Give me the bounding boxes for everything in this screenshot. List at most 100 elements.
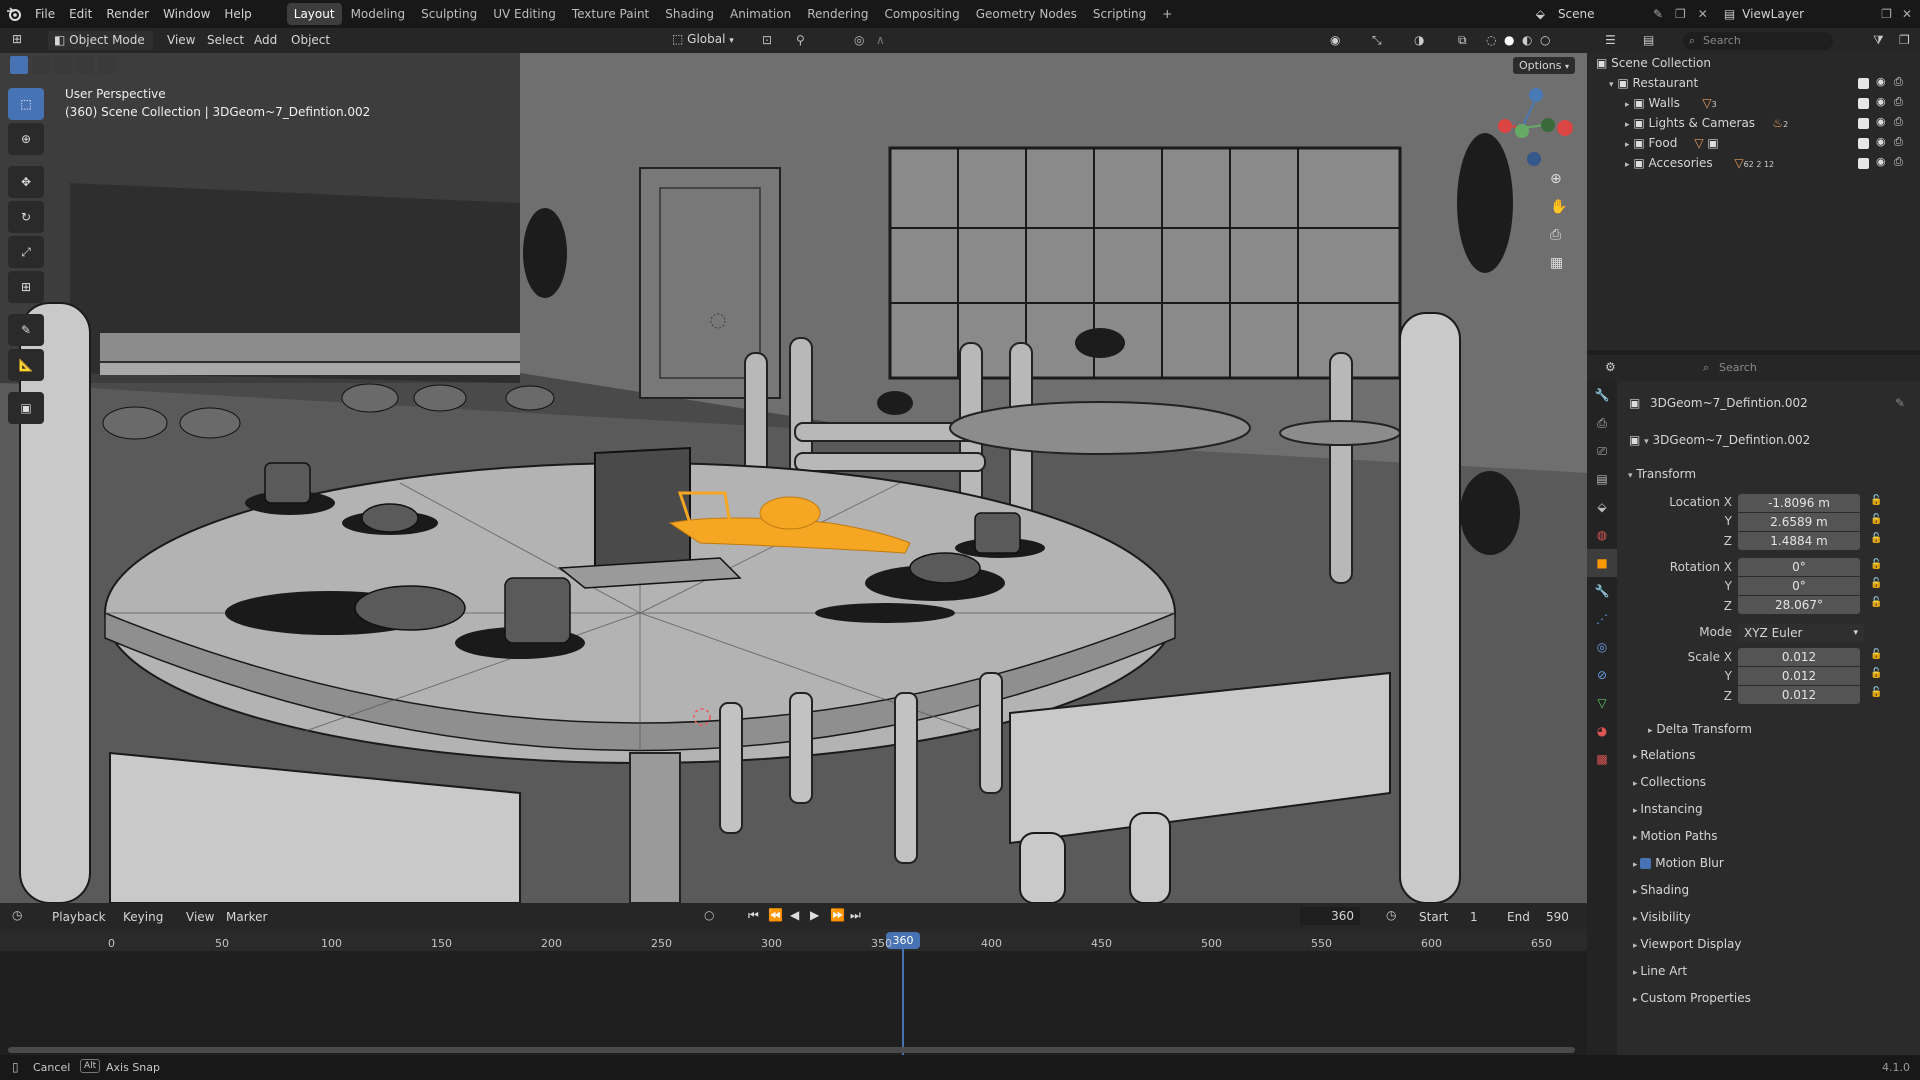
exclude-checkbox[interactable]: [1858, 138, 1869, 149]
transform-panel-header[interactable]: ▾ Transform: [1628, 464, 1916, 484]
add-workspace-button[interactable]: +: [1155, 3, 1179, 25]
camera-icon[interactable]: ⎙: [1894, 155, 1903, 169]
pan-hand-icon[interactable]: ✋: [1550, 199, 1576, 227]
jump-start-icon[interactable]: ⏮: [748, 908, 759, 923]
end-field[interactable]: 590: [1546, 910, 1569, 924]
menu-object[interactable]: Object: [291, 33, 330, 47]
jump-keyframe-back-icon[interactable]: ⏪: [768, 908, 783, 922]
material-tab-icon[interactable]: ◕: [1587, 717, 1617, 745]
chevron-right-icon[interactable]: ▸: [1625, 160, 1630, 170]
eye-icon[interactable]: ◉: [1876, 75, 1886, 88]
visibility-icon[interactable]: ◉: [1330, 33, 1340, 47]
location-y-field[interactable]: 2.6589 m: [1738, 513, 1860, 531]
chevron-right-icon[interactable]: ▸: [1625, 140, 1630, 150]
exclude-checkbox[interactable]: [1858, 78, 1869, 89]
tab-modeling[interactable]: Modeling: [344, 3, 413, 25]
tab-rendering[interactable]: Rendering: [800, 3, 875, 25]
outliner-row-restaurant[interactable]: ▾ ▣ Restaurant: [1609, 73, 1920, 93]
tab-scripting[interactable]: Scripting: [1086, 3, 1153, 25]
play-reverse-icon[interactable]: ◀: [790, 908, 799, 922]
tab-geometry-nodes[interactable]: Geometry Nodes: [969, 3, 1084, 25]
menu-add[interactable]: Add: [254, 33, 277, 47]
pivot-icon[interactable]: ⊡: [762, 33, 772, 47]
timeline-scrollbar[interactable]: [8, 1047, 1575, 1053]
menu-view[interactable]: View: [167, 33, 195, 47]
panel-relations[interactable]: ▸ Relations: [1633, 748, 1696, 762]
select-new-icon[interactable]: [10, 56, 28, 74]
annotate-tool-icon[interactable]: ✎: [8, 314, 44, 346]
new-collection-icon[interactable]: ❐: [1899, 33, 1910, 47]
options-dropdown[interactable]: Options ▾: [1513, 57, 1575, 74]
chevron-right-icon[interactable]: ▸: [1625, 120, 1630, 130]
rotate-tool-icon[interactable]: ↻: [8, 201, 44, 233]
rotation-y-field[interactable]: 0°: [1738, 577, 1860, 595]
eye-icon[interactable]: ◉: [1876, 95, 1886, 108]
select-extend-icon[interactable]: [32, 56, 50, 74]
cursor-tool-icon[interactable]: ⊕: [8, 123, 44, 155]
eye-icon[interactable]: ◉: [1876, 115, 1886, 128]
snap-icon[interactable]: ⚲: [796, 33, 805, 47]
move-tool-icon[interactable]: ✥: [8, 166, 44, 198]
solid-shading-icon[interactable]: ●: [1504, 33, 1514, 47]
current-frame-field[interactable]: 360: [1300, 907, 1360, 925]
lock-icon[interactable]: 🔓: [1870, 514, 1882, 525]
pin-icon[interactable]: ✎: [1895, 396, 1905, 410]
camera-icon[interactable]: ⎙: [1894, 115, 1903, 129]
panel-instancing[interactable]: ▸ Instancing: [1633, 802, 1703, 816]
ortho-grid-icon[interactable]: ▦: [1550, 255, 1576, 283]
chevron-right-icon[interactable]: ▸: [1625, 100, 1630, 110]
mode-dropdown[interactable]: ◧ Object Mode ▾: [48, 31, 153, 66]
location-z-field[interactable]: 1.4884 m: [1738, 532, 1860, 550]
timeline-tracks[interactable]: [0, 951, 1587, 1055]
lock-icon[interactable]: 🔓: [1870, 495, 1882, 506]
proportional-edit-icon[interactable]: ◎: [854, 33, 864, 47]
falloff-icon[interactable]: ∧: [876, 33, 885, 47]
orientation-dropdown[interactable]: ⬚ Global ▾: [672, 32, 734, 46]
panel-visibility[interactable]: ▸ Visibility: [1633, 910, 1691, 924]
material-shading-icon[interactable]: ◐: [1522, 33, 1532, 47]
play-icon[interactable]: ▶: [810, 908, 819, 922]
menu-marker[interactable]: Marker: [226, 910, 267, 924]
panel-motion-paths[interactable]: ▸ Motion Paths: [1633, 829, 1718, 843]
lock-icon[interactable]: 🔓: [1870, 649, 1882, 660]
xray-icon[interactable]: ⧉: [1458, 33, 1467, 48]
tool-tab-icon[interactable]: 🔧: [1587, 381, 1617, 409]
scale-z-field[interactable]: 0.012: [1738, 686, 1860, 704]
jump-keyframe-forward-icon[interactable]: ⏩: [830, 908, 845, 922]
measure-tool-icon[interactable]: 📐: [8, 349, 44, 381]
datablock-selector[interactable]: ▣ ▾ 3DGeom~7_Defintion.002: [1629, 431, 1919, 449]
panel-collections[interactable]: ▸ Collections: [1633, 775, 1706, 789]
tab-layout[interactable]: Layout: [286, 3, 342, 25]
scale-tool-icon[interactable]: ⤢: [8, 236, 44, 268]
view-layer-tab-icon[interactable]: ▤: [1587, 465, 1617, 493]
delta-transform-header[interactable]: ▸ Delta Transform: [1648, 720, 1752, 740]
playhead-line[interactable]: [902, 938, 904, 1055]
tab-animation[interactable]: Animation: [723, 3, 798, 25]
timeline-editor-icon[interactable]: ◷: [12, 908, 22, 922]
start-field[interactable]: 1: [1470, 910, 1478, 924]
rendered-shading-icon[interactable]: ○: [1540, 33, 1550, 47]
properties-editor-icon[interactable]: ⚙: [1605, 360, 1616, 374]
menu-edit[interactable]: Edit: [62, 0, 99, 28]
tab-uv-editing[interactable]: UV Editing: [486, 3, 563, 25]
outliner-search-input[interactable]: ⌕ Search: [1683, 32, 1833, 50]
select-subtract-icon[interactable]: [54, 56, 72, 74]
select-intersect-icon[interactable]: [98, 56, 116, 74]
exclude-checkbox[interactable]: [1858, 98, 1869, 109]
pin-icon[interactable]: ✎: [1653, 7, 1663, 21]
auto-key-icon[interactable]: ○: [704, 908, 714, 922]
menu-window[interactable]: Window: [156, 0, 217, 28]
outliner-editor-icon[interactable]: ☰: [1605, 33, 1616, 47]
eye-icon[interactable]: ◉: [1876, 135, 1886, 148]
select-invert-icon[interactable]: [76, 56, 94, 74]
render-tab-icon[interactable]: ⎙: [1587, 409, 1617, 437]
camera-icon[interactable]: ⎙: [1894, 135, 1903, 149]
copy-layer-icon[interactable]: ❐: [1881, 7, 1892, 21]
add-cube-tool-icon[interactable]: ▣: [8, 392, 44, 424]
scale-y-field[interactable]: 0.012: [1738, 667, 1860, 685]
wireframe-shading-icon[interactable]: ◌: [1486, 33, 1496, 47]
menu-file[interactable]: File: [28, 0, 62, 28]
filter-icon[interactable]: ⧩: [1873, 33, 1884, 48]
camera-icon[interactable]: ⎙: [1894, 95, 1903, 109]
lock-icon[interactable]: 🔓: [1870, 597, 1882, 608]
